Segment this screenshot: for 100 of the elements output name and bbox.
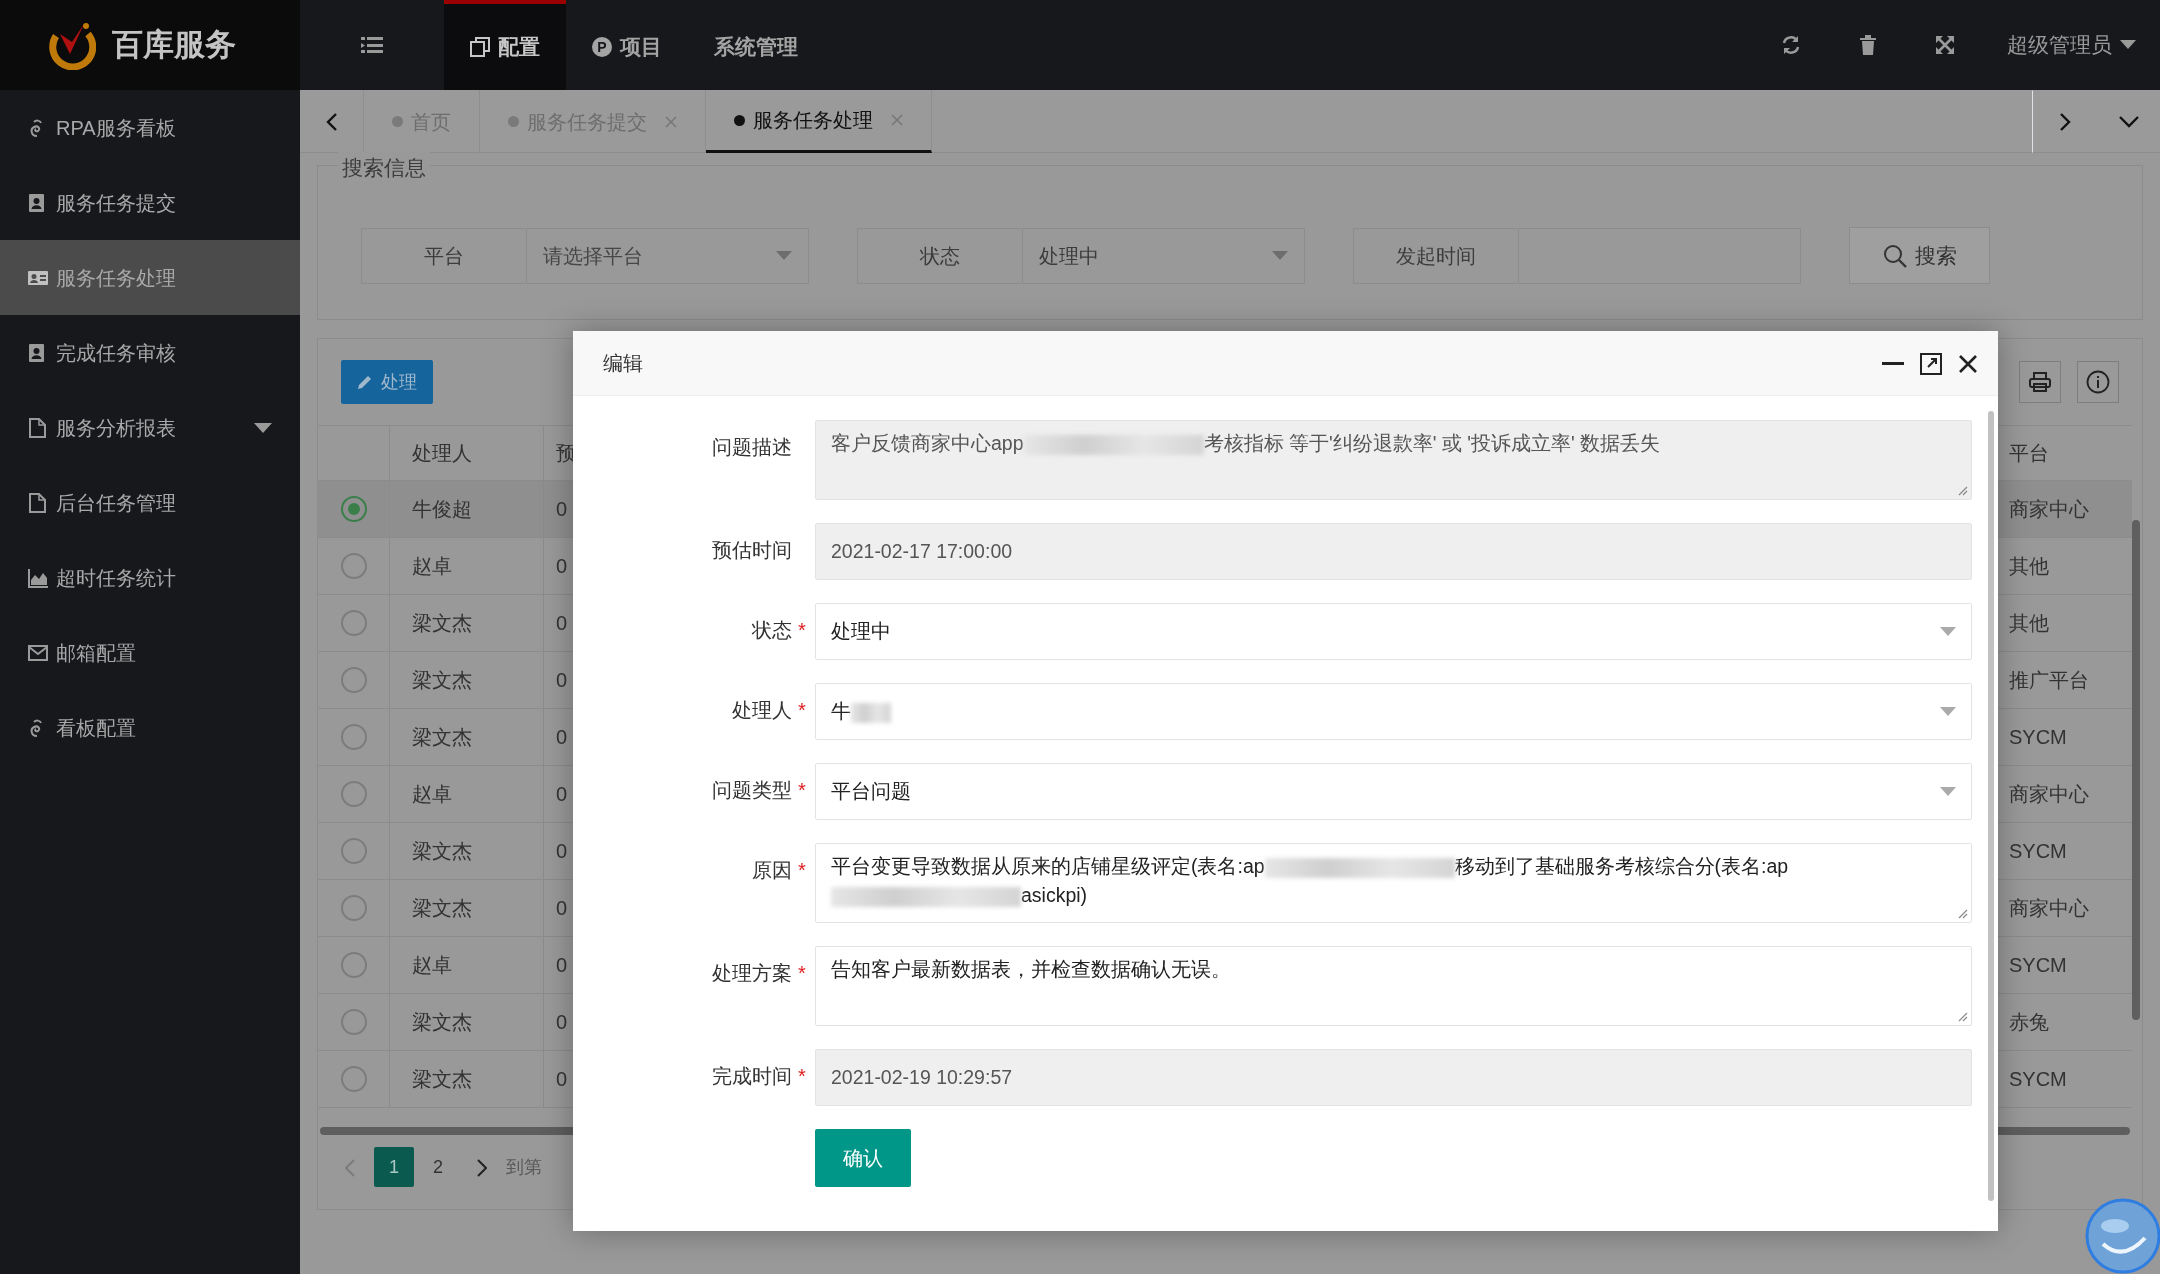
pencil-icon xyxy=(357,374,373,390)
dot-icon xyxy=(508,116,519,127)
table-cell-text: SYCM xyxy=(2009,839,2067,864)
sidebar-item[interactable]: 服务任务处理 xyxy=(0,240,300,315)
text-area[interactable]: 告知客户最新数据表，并检查数据确认无误。 xyxy=(815,946,1972,1026)
chevron-down-icon xyxy=(2118,115,2139,128)
sidebar-item[interactable]: 邮箱配置 xyxy=(0,615,300,690)
chevron-left-icon xyxy=(345,1158,355,1177)
table-cell-text: 0 xyxy=(556,611,568,636)
radio-button[interactable] xyxy=(340,1066,367,1092)
table-cell-text: 其他 xyxy=(2009,611,2049,636)
goto-label: 到第 xyxy=(506,1155,542,1179)
radio-button[interactable] xyxy=(340,895,367,921)
sidebar-item[interactable]: 服务分析报表 xyxy=(0,390,300,465)
dot-icon xyxy=(734,114,745,126)
text-area[interactable]: 平台变更导致数据从原来的店铺星级评定(表名:ap 移动到了基础服务考核综合分(表名:ap asickpi) xyxy=(815,843,1972,923)
confirm-button[interactable]: 确认 xyxy=(815,1129,911,1187)
tab[interactable]: 服务任务处理 xyxy=(706,90,932,153)
select-field[interactable]: 平台问题 xyxy=(815,763,1972,820)
table-cell-text: 0 xyxy=(556,497,568,522)
required-mark: * xyxy=(798,962,806,984)
print-icon xyxy=(2029,372,2051,392)
dot-icon xyxy=(392,116,403,127)
logo-icon xyxy=(48,20,96,70)
sidebar-item[interactable]: RPA服务看板 xyxy=(0,90,300,165)
file-icon xyxy=(28,492,48,513)
text-area[interactable]: 客户反馈商家中心app 考核指标 等于'纠纷退款率' 或 '投诉成立率' 数据丢失 xyxy=(815,420,1972,500)
maximize-button[interactable] xyxy=(1920,351,1942,375)
search-button[interactable]: 搜索 xyxy=(1849,227,1990,284)
radio-button[interactable] xyxy=(340,952,367,978)
radio-button[interactable] xyxy=(340,553,367,579)
table-cell-text: 赤兔 xyxy=(2009,1010,2049,1035)
caret-icon xyxy=(1940,627,1956,636)
table-cell-text: 0 xyxy=(556,782,568,807)
sidebar-item[interactable]: 完成任务审核 xyxy=(0,315,300,390)
table-cell-text: 0 xyxy=(556,839,568,864)
column-header: 处理人 xyxy=(412,441,472,466)
field-label: 问题描述 xyxy=(711,435,792,460)
close-icon xyxy=(1958,353,1978,374)
select-field[interactable]: 牛 xyxy=(815,683,1972,740)
dialog-title: 编辑 xyxy=(603,351,644,376)
required-mark: * xyxy=(798,619,806,641)
table-cell-text: SYCM xyxy=(2009,1067,2067,1092)
info-icon xyxy=(2086,370,2110,394)
required-mark: * xyxy=(798,859,806,881)
user-menu[interactable]: 超级管理员 xyxy=(2007,29,2136,61)
table-cell-text: 其他 xyxy=(2009,554,2049,579)
redaction-blur xyxy=(851,702,891,723)
table-cell-text: 赵卓 xyxy=(412,953,452,978)
mail-icon xyxy=(28,642,48,663)
input-field[interactable]: 2021-02-19 10:29:57 xyxy=(815,1049,1972,1106)
field-label: 问题类型 xyxy=(711,778,792,803)
nav-item[interactable]: P 项目 xyxy=(566,0,688,90)
radio-button[interactable] xyxy=(340,610,367,636)
table-cell-text: SYCM xyxy=(2009,953,2067,978)
search-icon xyxy=(1882,243,1907,268)
select-field[interactable]: 处理中 xyxy=(815,603,1972,660)
caret-icon xyxy=(1940,787,1956,796)
caret-icon xyxy=(2120,40,2136,50)
minimize-icon xyxy=(1882,361,1904,365)
table-cell-text: 赵卓 xyxy=(412,554,452,579)
field-label: 原因 xyxy=(751,858,792,883)
page-button[interactable]: 1 xyxy=(374,1147,414,1187)
radio-button[interactable] xyxy=(340,838,367,864)
table-cell-text: 商家中心 xyxy=(2009,896,2089,921)
nav-item[interactable]: 系统管理 xyxy=(688,0,824,90)
brand-name: 百库服务 xyxy=(112,25,236,64)
radio-button[interactable] xyxy=(340,724,367,750)
table-cell-text: 0 xyxy=(556,896,568,921)
required-mark: * xyxy=(798,699,806,721)
table-cell-text: 推广平台 xyxy=(2009,668,2089,693)
copy-icon xyxy=(470,37,490,57)
radio-button[interactable] xyxy=(340,667,367,693)
close-icon[interactable] xyxy=(891,114,903,126)
close-icon[interactable] xyxy=(665,115,677,128)
table-cell-text: 梁文杰 xyxy=(412,725,472,750)
table-cell-text: SYCM xyxy=(2009,725,2067,750)
print-button[interactable] xyxy=(2019,361,2061,403)
caret-icon xyxy=(254,422,272,433)
table-cell-text: 梁文杰 xyxy=(412,1010,472,1035)
info-button[interactable] xyxy=(2077,361,2119,403)
table-cell-text: 梁文杰 xyxy=(412,896,472,921)
nav-item[interactable]: 配置 xyxy=(444,0,566,90)
chevron-right-icon xyxy=(477,1158,487,1177)
radio-button[interactable] xyxy=(340,1009,367,1035)
sidebar-item[interactable]: 超时任务统计 xyxy=(0,540,300,615)
sidebar-item[interactable]: 看板配置 xyxy=(0,690,300,765)
scrollbar[interactable] xyxy=(2132,520,2140,1020)
page-button[interactable]: 2 xyxy=(418,1147,458,1187)
field-label: 处理人 xyxy=(731,698,792,723)
resize-handle-icon xyxy=(1958,486,1968,496)
input-field[interactable]: 2021-02-17 17:00:00 xyxy=(815,523,1972,580)
radio-button[interactable] xyxy=(340,496,367,522)
radio-button[interactable] xyxy=(340,781,367,807)
table-cell-text: 牛俊超 xyxy=(412,497,472,522)
sidebar-item[interactable]: 服务任务提交 xyxy=(0,165,300,240)
resize-handle-icon xyxy=(1958,909,1968,919)
scrollbar[interactable] xyxy=(1988,411,1994,1201)
sidebar-item[interactable]: 后台任务管理 xyxy=(0,465,300,540)
field-label: 状态 xyxy=(751,618,792,643)
